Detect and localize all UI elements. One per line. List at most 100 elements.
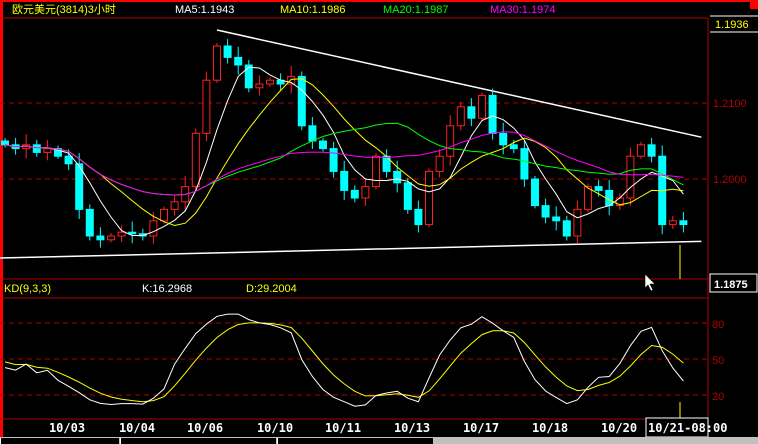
ma30-label: MA30:1.1974 — [490, 4, 555, 16]
candle — [43, 139, 52, 161]
date-label: 10/06 — [187, 421, 223, 435]
candle-body — [340, 170, 349, 191]
date-label: 10/17 — [463, 421, 499, 435]
kd-plot — [4, 313, 684, 407]
kd-title: KD(9,3,3) — [4, 283, 51, 295]
date-label: 10/10 — [257, 421, 293, 435]
kd-d-line — [4, 322, 684, 403]
candle-body — [668, 220, 677, 226]
candle-body — [520, 148, 529, 180]
candle-body — [43, 148, 52, 153]
candle — [308, 117, 317, 149]
date-label: 10/03 — [49, 421, 85, 435]
candle-body — [160, 208, 168, 222]
chart-canvas[interactable]: 欧元美元(3814)3小时 MA5:1.1943 MA10:1.1986 MA2… — [0, 0, 758, 444]
candle — [446, 115, 455, 166]
cursor-date-value: 10/21-08:00 — [648, 421, 727, 435]
bottom-tab[interactable] — [120, 438, 276, 444]
candle-body — [456, 106, 465, 127]
candle-body — [234, 56, 243, 66]
candle-body — [541, 205, 550, 218]
candle — [202, 71, 211, 142]
kd-level-label: 80 — [712, 319, 724, 331]
kd-k-line — [4, 313, 684, 407]
candle — [319, 137, 327, 152]
candle-body — [223, 45, 232, 58]
candle-body — [244, 64, 253, 89]
candle-body — [637, 144, 645, 157]
candle-body — [647, 144, 656, 157]
candle — [414, 200, 423, 233]
candle-body — [170, 201, 179, 210]
candle-body — [191, 132, 200, 188]
instrument-title: 欧元美元(3814)3小时 — [12, 3, 116, 16]
candle — [255, 75, 264, 96]
bottom-tab[interactable] — [277, 438, 433, 444]
candle — [85, 204, 94, 241]
trendline-lower — [0, 240, 702, 259]
candle — [488, 88, 497, 140]
candle-body — [594, 186, 603, 191]
candle-body — [149, 220, 158, 237]
candle-body — [414, 208, 423, 226]
candle — [382, 149, 391, 178]
candle — [467, 98, 476, 127]
candle — [456, 101, 465, 131]
cursor-price-value: 1.1875 — [714, 279, 748, 291]
bottom-tab[interactable] — [0, 438, 119, 444]
candle — [647, 137, 656, 163]
price-level-label: 1.2000 — [713, 174, 747, 186]
candle-body — [297, 75, 306, 127]
candle-body — [128, 231, 137, 235]
candle — [626, 147, 635, 206]
candle — [573, 200, 582, 244]
date-label: 10/11 — [325, 421, 361, 435]
candle — [541, 198, 550, 224]
candle-body — [435, 155, 444, 172]
kd-k-value: K:16.2968 — [142, 283, 192, 295]
candle-body — [85, 208, 94, 237]
ma20-label: MA20:1.1987 — [383, 4, 448, 16]
ma5-label: MA5:1.1943 — [175, 4, 234, 16]
candle — [32, 139, 41, 157]
candle — [531, 175, 539, 209]
candle — [435, 149, 444, 178]
candle-body — [372, 155, 380, 188]
price-plot — [0, 29, 702, 259]
date-label: 10/13 — [394, 421, 430, 435]
ma10-line — [4, 78, 684, 227]
candle-body — [499, 132, 508, 146]
date-axis: 10/03 10/04 10/06 10/10 10/11 10/13 10/1… — [49, 421, 637, 435]
candle — [361, 177, 370, 206]
candle-body — [32, 144, 41, 153]
corner-marker — [750, 0, 758, 9]
candle-body — [626, 155, 635, 199]
bottom-tab-strip — [0, 437, 758, 444]
candle — [350, 185, 359, 203]
kd-level-label: 50 — [712, 355, 724, 367]
candle — [372, 153, 380, 190]
candle-body — [255, 83, 264, 89]
candle — [668, 215, 677, 230]
candle — [234, 46, 243, 75]
candle-body — [266, 79, 274, 85]
candle-body — [403, 182, 412, 210]
candle — [266, 77, 274, 87]
candle — [223, 39, 232, 64]
candle — [520, 139, 529, 187]
ma10-label: MA10:1.1986 — [280, 4, 345, 16]
top-price-value: 1.1936 — [715, 19, 749, 31]
candle-body — [509, 144, 518, 150]
candle — [329, 141, 338, 178]
candle — [425, 168, 433, 228]
candle-body — [573, 208, 582, 237]
candle-body — [478, 94, 486, 119]
candle — [244, 60, 253, 93]
candle-body — [488, 94, 497, 134]
date-label: 10/04 — [119, 421, 155, 435]
candle-body — [552, 216, 561, 222]
kd-level-label: 20 — [712, 391, 724, 403]
candle — [191, 128, 200, 192]
candle — [213, 42, 221, 83]
date-label: 10/20 — [601, 421, 637, 435]
